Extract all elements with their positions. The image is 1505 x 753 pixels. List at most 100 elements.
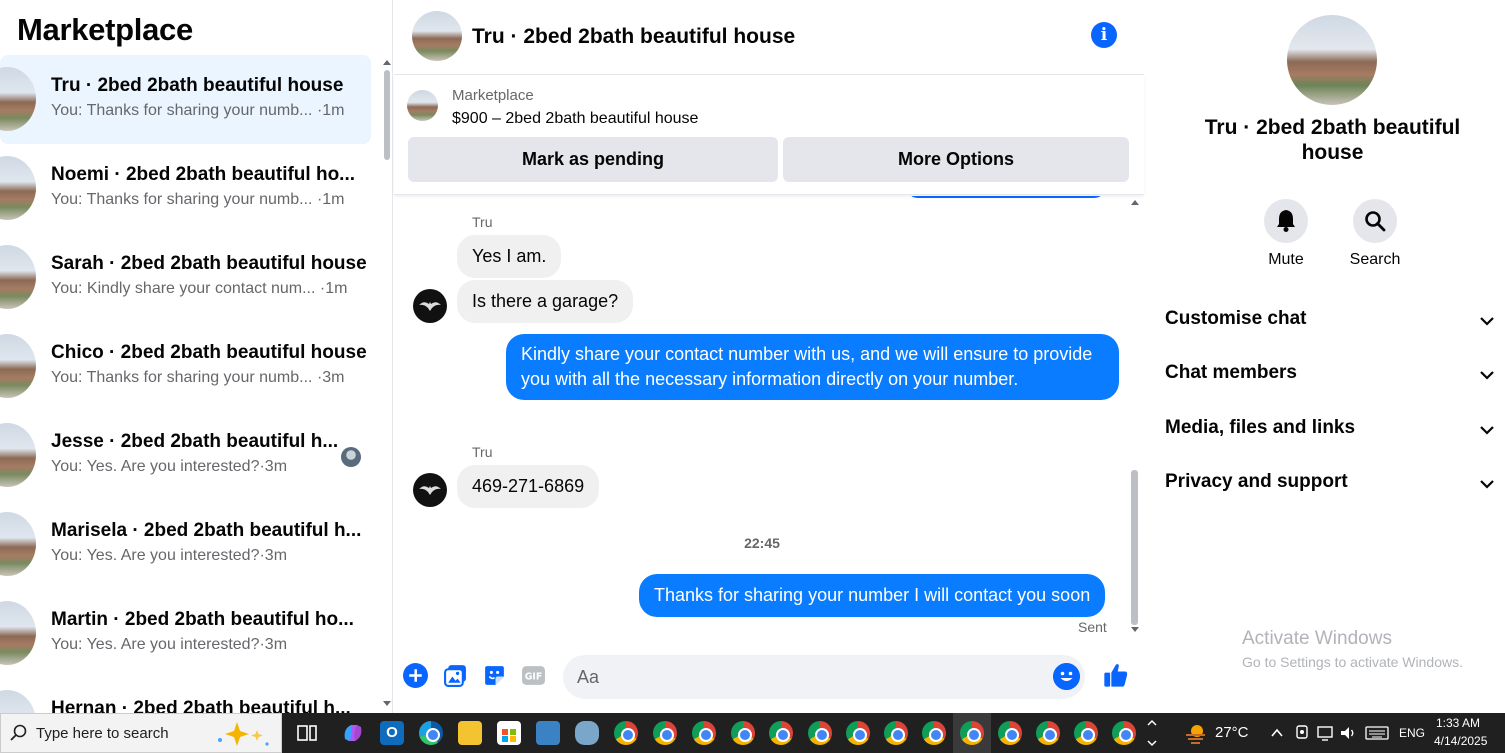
copilot-sparkle-icon[interactable] xyxy=(213,720,273,748)
mute-button[interactable]: Mute xyxy=(1256,199,1316,269)
conversation-name: Marisela · 2bed 2bath beautiful h... xyxy=(51,520,362,541)
search-icon xyxy=(1353,199,1397,243)
customise-chat-row[interactable]: Customise chat xyxy=(1165,308,1495,338)
message-bubble-outgoing[interactable]: Kindly share your contact number with us… xyxy=(506,334,1119,400)
conversation-item[interactable]: Jesse · 2bed 2bath beautiful h... You: Y… xyxy=(0,411,371,500)
message-bubble-incoming[interactable]: 469-271-6869 xyxy=(457,465,600,508)
app-icon[interactable] xyxy=(575,721,599,745)
chat-panel: Tru · 2bed 2bath beautiful house i Marke… xyxy=(394,0,1144,713)
marketplace-label: Marketplace xyxy=(452,87,534,104)
chrome-icon[interactable] xyxy=(808,721,832,745)
more-options-button[interactable]: More Options xyxy=(783,137,1129,182)
meet-now-icon[interactable] xyxy=(1294,724,1310,742)
message-input-wrap xyxy=(563,655,1085,699)
task-view-icon[interactable] xyxy=(295,721,319,745)
contact-avatar[interactable] xyxy=(413,473,447,507)
contact-avatar[interactable] xyxy=(413,289,447,323)
scroll-up-icon[interactable] xyxy=(382,58,392,66)
scroll-up-icon[interactable] xyxy=(1130,198,1140,206)
chat-scrollbar[interactable] xyxy=(1131,470,1138,625)
store-icon[interactable] xyxy=(497,721,521,745)
scroll-down-icon[interactable] xyxy=(382,700,392,708)
avatar xyxy=(0,245,36,309)
chevron-down-icon xyxy=(1480,371,1494,380)
sidebar-scrollbar[interactable] xyxy=(384,70,390,160)
conversation-item[interactable]: Chico · 2bed 2bath beautiful house You: … xyxy=(0,322,371,411)
mute-label: Mute xyxy=(1268,251,1304,268)
taskbar-search[interactable]: Type here to search xyxy=(0,713,282,753)
chrome-icon[interactable] xyxy=(614,721,638,745)
clock-date[interactable]: 4/14/2025 xyxy=(1434,734,1487,748)
chat-title[interactable]: Tru · 2bed 2bath beautiful house xyxy=(472,25,795,49)
chrome-icon[interactable] xyxy=(692,721,716,745)
conversation-name: Noemi · 2bed 2bath beautiful ho... xyxy=(51,164,356,185)
conversation-snippet: You: Thanks for sharing your numb... ·1m xyxy=(51,102,345,119)
avatar[interactable] xyxy=(412,11,462,61)
chevron-up-icon[interactable] xyxy=(1270,726,1284,740)
chrome-icon[interactable] xyxy=(960,721,984,745)
clock-time[interactable]: 1:33 AM xyxy=(1436,716,1480,730)
conversation-item[interactable]: Martin · 2bed 2bath beautiful ho... You:… xyxy=(0,589,371,678)
scroll-down-icon[interactable] xyxy=(1130,626,1140,634)
message-bubble-incoming[interactable]: Is there a garage? xyxy=(457,280,634,323)
taskbar-scroll-icon[interactable] xyxy=(1146,716,1158,750)
chat-members-row[interactable]: Chat members xyxy=(1165,362,1495,392)
conversation-item[interactable]: Marisela · 2bed 2bath beautiful h... You… xyxy=(0,500,371,589)
message-bubble-incoming[interactable]: Yes I am. xyxy=(457,235,562,278)
weather-icon[interactable] xyxy=(1183,721,1209,745)
listing-title[interactable]: $900 – 2bed 2bath beautiful house xyxy=(452,110,698,128)
sticker-icon[interactable] xyxy=(482,663,507,688)
temperature[interactable]: 27°C xyxy=(1215,724,1249,741)
profile-avatar[interactable] xyxy=(1287,15,1377,105)
media-files-links-row[interactable]: Media, files and links xyxy=(1165,417,1495,447)
thumbs-up-icon[interactable] xyxy=(1102,661,1130,689)
svg-text:GIF: GIF xyxy=(525,672,543,683)
chrome-icon[interactable] xyxy=(769,721,793,745)
info-icon[interactable]: i xyxy=(1091,22,1117,48)
mark-as-pending-button[interactable]: Mark as pending xyxy=(408,137,778,182)
gif-icon[interactable]: GIF xyxy=(521,663,546,688)
message-input[interactable] xyxy=(577,655,1047,699)
chrome-icon[interactable] xyxy=(1036,721,1060,745)
conversation-item[interactable]: Noemi · 2bed 2bath beautiful ho... You: … xyxy=(0,144,371,233)
chrome-icon[interactable] xyxy=(884,721,908,745)
avatar xyxy=(0,690,36,713)
avatar xyxy=(0,423,36,487)
message-bubble-outgoing[interactable]: Thanks for sharing your number I will co… xyxy=(639,574,1106,617)
network-icon[interactable] xyxy=(1316,724,1334,742)
chevron-down-icon xyxy=(1480,480,1494,489)
keyboard-icon[interactable] xyxy=(1365,725,1389,741)
chevron-down-icon xyxy=(1480,317,1494,326)
plus-icon[interactable] xyxy=(403,663,428,688)
chrome-icon[interactable] xyxy=(1112,721,1136,745)
chrome-icon[interactable] xyxy=(998,721,1022,745)
chrome-icon[interactable] xyxy=(1074,721,1098,745)
photo-icon[interactable] xyxy=(443,663,468,688)
search-button[interactable]: Search xyxy=(1345,199,1405,269)
chrome-icon[interactable] xyxy=(653,721,677,745)
volume-icon[interactable] xyxy=(1339,724,1357,742)
chrome-icon[interactable] xyxy=(922,721,946,745)
conversation-item[interactable]: Tru · 2bed 2bath beautiful house You: Th… xyxy=(0,55,371,144)
chevron-down-icon xyxy=(1480,426,1494,435)
app-icon[interactable] xyxy=(536,721,560,745)
chrome-icon[interactable] xyxy=(731,721,755,745)
messenger-app: Marketplace Tru · 2bed 2bath beautiful h… xyxy=(0,0,1505,713)
copilot-icon[interactable] xyxy=(341,721,365,745)
conversation-item[interactable]: Sarah · 2bed 2bath beautiful house You: … xyxy=(0,233,371,322)
activate-windows-subtitle: Go to Settings to activate Windows. xyxy=(1242,654,1463,670)
bell-icon xyxy=(1264,199,1308,243)
windows-taskbar: Type here to search O 27°C ENG 1:33 AM 4… xyxy=(0,713,1505,753)
emoji-icon[interactable] xyxy=(1053,663,1080,690)
edge-icon[interactable] xyxy=(419,721,443,745)
listing-thumbnail[interactable] xyxy=(407,90,438,121)
file-explorer-icon[interactable] xyxy=(458,721,482,745)
language-indicator[interactable]: ENG xyxy=(1399,726,1425,740)
privacy-support-row[interactable]: Privacy and support xyxy=(1165,471,1495,501)
chrome-icon[interactable] xyxy=(846,721,870,745)
outlook-icon[interactable]: O xyxy=(380,721,404,745)
conversation-item[interactable]: Hernan · 2bed 2bath beautiful h... xyxy=(0,678,371,713)
profile-name: Tru · 2bed 2bath beautiful house xyxy=(1204,116,1461,164)
activate-windows-title: Activate Windows xyxy=(1242,628,1392,649)
search-icon xyxy=(10,724,27,741)
